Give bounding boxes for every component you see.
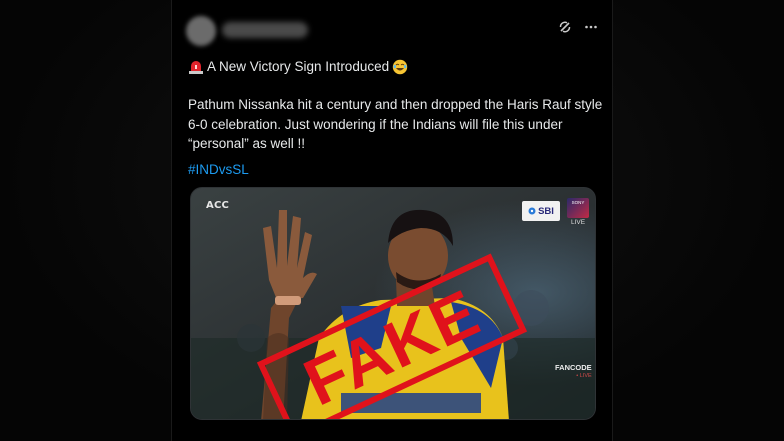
fancode-label: FANCODE: [555, 363, 592, 372]
post-title: A New Victory Sign Introduced: [207, 59, 390, 74]
tweet-header: [186, 14, 600, 48]
media-image[interactable]: ACC SBI SONY LIVE FANCODE • LIVE FAKE: [190, 187, 596, 420]
post-body: Pathum Nissanka hit a century and then d…: [188, 97, 603, 151]
acc-logo: ACC: [206, 200, 230, 211]
channel-badge: SONY LIVE: [565, 198, 591, 230]
channel-live-label: LIVE: [570, 219, 586, 226]
hashtag-link[interactable]: #INDvsSL: [188, 162, 249, 177]
sbi-icon: [528, 207, 536, 215]
avatar[interactable]: [186, 16, 216, 46]
more-icon[interactable]: [584, 20, 598, 34]
sbi-label: SBI: [538, 205, 554, 217]
grok-icon[interactable]: [558, 20, 572, 34]
fancode-live-label: • LIVE: [576, 373, 592, 379]
laughing-emoji-icon: [392, 59, 408, 75]
header-actions: [558, 20, 598, 34]
post-title-line: A New Victory Sign Introduced: [188, 58, 598, 76]
author-name-redacted[interactable]: [222, 22, 308, 38]
siren-icon: [188, 60, 204, 74]
tweet-card: A New Victory Sign Introduced Pathum Nis…: [171, 0, 613, 441]
channel-logo: SONY: [567, 198, 589, 218]
sbi-badge: SBI: [522, 201, 560, 221]
fancode-logo: FANCODE • LIVE: [555, 363, 592, 381]
